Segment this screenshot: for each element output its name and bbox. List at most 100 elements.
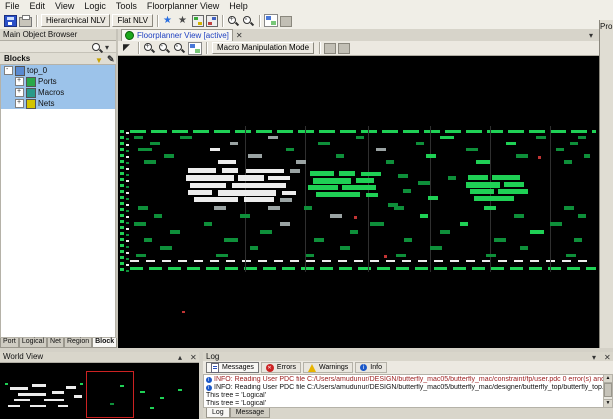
fp-macro-block[interactable]	[268, 176, 290, 180]
fp-macro-block[interactable]	[370, 222, 384, 226]
fp-macro-block[interactable]	[214, 206, 226, 210]
fp-macro-block[interactable]	[304, 206, 312, 210]
properties-panel-edge[interactable]: Prop...	[599, 20, 613, 350]
print-icon[interactable]	[19, 17, 32, 27]
fp-macro-block[interactable]	[476, 160, 490, 164]
log-output[interactable]: INFO: Reading User PDC file C:/Users/amu…	[203, 374, 613, 408]
fp-macro-block[interactable]	[232, 183, 286, 188]
fp-macro-block[interactable]	[182, 311, 185, 313]
fp-macro-block[interactable]	[188, 190, 212, 195]
fp-macro-block[interactable]	[516, 154, 528, 158]
fp-macro-block[interactable]	[154, 214, 162, 218]
fp-macro-block[interactable]	[230, 142, 238, 145]
fp-macro-block[interactable]	[398, 174, 408, 178]
browser-options-chevron-icon[interactable]	[103, 42, 113, 52]
fp-macro-block[interactable]	[514, 214, 524, 218]
tab-overflow-chevron-icon[interactable]	[587, 30, 597, 40]
fp-macro-block[interactable]	[520, 246, 528, 250]
fp-macro-block[interactable]	[556, 148, 564, 151]
fp-macro-block[interactable]	[268, 136, 278, 139]
menu-file[interactable]: File	[0, 0, 25, 12]
expander-plus-icon[interactable]	[15, 77, 24, 86]
fp-macro-block[interactable]	[494, 238, 506, 242]
fp-macro-block[interactable]	[144, 238, 152, 242]
filter-warnings-button[interactable]: Warnings	[303, 362, 353, 373]
fp-macro-block[interactable]	[428, 196, 438, 200]
fp-macro-block[interactable]	[134, 136, 143, 139]
fp-macro-block[interactable]	[584, 154, 590, 158]
fp-macro-block[interactable]	[188, 168, 216, 173]
tab-region[interactable]: Region	[64, 338, 92, 348]
zoom-in-icon[interactable]: +	[227, 15, 240, 27]
worldview-viewport[interactable]	[86, 371, 134, 418]
fp-macro-block[interactable]	[386, 160, 394, 164]
fp-macro-block[interactable]	[316, 192, 360, 197]
fp-macro-block[interactable]	[466, 148, 478, 151]
fp-macro-block[interactable]	[280, 198, 292, 202]
expander-plus-icon[interactable]	[15, 88, 24, 97]
fp-macro-block[interactable]	[538, 156, 541, 159]
world-view-icon[interactable]	[264, 14, 278, 27]
fp-macro-block[interactable]	[150, 142, 160, 145]
menu-help[interactable]: Help	[224, 0, 253, 12]
fp-macro-block[interactable]	[218, 190, 276, 196]
fp-macro-block[interactable]	[484, 206, 496, 210]
fp-macro-block[interactable]	[286, 148, 294, 151]
filter-funnel-icon[interactable]	[93, 54, 103, 64]
fp-macro-block[interactable]	[224, 238, 238, 242]
fp-macro-block[interactable]	[578, 136, 586, 139]
fp-macro-block[interactable]	[466, 182, 500, 188]
scroll-down-icon[interactable]: ▼	[604, 399, 612, 407]
log-menu-chevron-icon[interactable]	[590, 352, 600, 362]
fp-macro-block[interactable]	[418, 181, 430, 185]
package-view-icon[interactable]	[206, 15, 218, 27]
zoom-fit-icon[interactable]	[188, 42, 202, 55]
fp-macro-block[interactable]	[218, 160, 236, 164]
fp-macro-block[interactable]	[248, 154, 262, 158]
scroll-up-icon[interactable]: ▲	[604, 375, 612, 383]
filter-messages-button[interactable]: Messages	[206, 362, 259, 373]
netlist-star2-icon[interactable]	[177, 15, 190, 27]
fp-macro-block[interactable]	[160, 246, 172, 250]
panel-close-icon[interactable]	[188, 352, 198, 362]
fp-macro-block[interactable]	[136, 254, 146, 257]
fp-macro-block[interactable]	[282, 191, 296, 195]
fp-macro-block[interactable]	[550, 222, 562, 226]
fp-macro-block[interactable]	[290, 169, 300, 173]
fp-macro-block[interactable]	[308, 185, 338, 190]
fp-macro-block[interactable]	[240, 214, 250, 218]
macro-manipulation-mode-button[interactable]: Macro Manipulation Mode	[212, 42, 314, 54]
fp-macro-block[interactable]	[564, 206, 574, 210]
log-scrollbar[interactable]: ▲ ▼	[603, 375, 612, 407]
fp-macro-block[interactable]	[474, 196, 514, 201]
ruler-icon[interactable]	[324, 43, 336, 54]
menu-logic[interactable]: Logic	[79, 0, 111, 12]
fp-macro-block[interactable]	[244, 197, 274, 202]
tree-item-nets[interactable]: Nets	[1, 98, 115, 109]
fp-macro-block[interactable]	[318, 142, 330, 145]
options-icon[interactable]	[280, 16, 292, 27]
fp-macro-block[interactable]	[280, 222, 290, 226]
fp-macro-block[interactable]	[440, 136, 454, 139]
fp-macro-block[interactable]	[403, 189, 411, 193]
filter-info-button[interactable]: Info	[355, 362, 387, 373]
fp-macro-block[interactable]	[460, 222, 468, 226]
fp-macro-block[interactable]	[306, 254, 314, 257]
edit-pencil-icon[interactable]	[105, 54, 115, 64]
fp-macro-block[interactable]	[384, 255, 387, 258]
fp-macro-block[interactable]	[314, 238, 324, 242]
fp-macro-block[interactable]	[376, 148, 386, 151]
tab-floorplanner-view[interactable]: Floorplanner View [active]	[121, 29, 233, 41]
fp-macro-block[interactable]	[430, 246, 442, 250]
fp-macro-block[interactable]	[361, 172, 381, 176]
fp-macro-block[interactable]	[336, 154, 344, 158]
fp-macro-block[interactable]	[260, 230, 272, 234]
log-close-icon[interactable]	[602, 352, 612, 362]
expander-minus-icon[interactable]	[4, 66, 13, 75]
fp-macro-block[interactable]	[354, 216, 357, 219]
fp-macro-block[interactable]	[504, 182, 524, 187]
fp-macro-block[interactable]	[342, 185, 376, 190]
tab-net[interactable]: Net	[47, 338, 64, 348]
save-icon[interactable]	[4, 15, 17, 27]
worldview-canvas[interactable]	[0, 363, 199, 419]
